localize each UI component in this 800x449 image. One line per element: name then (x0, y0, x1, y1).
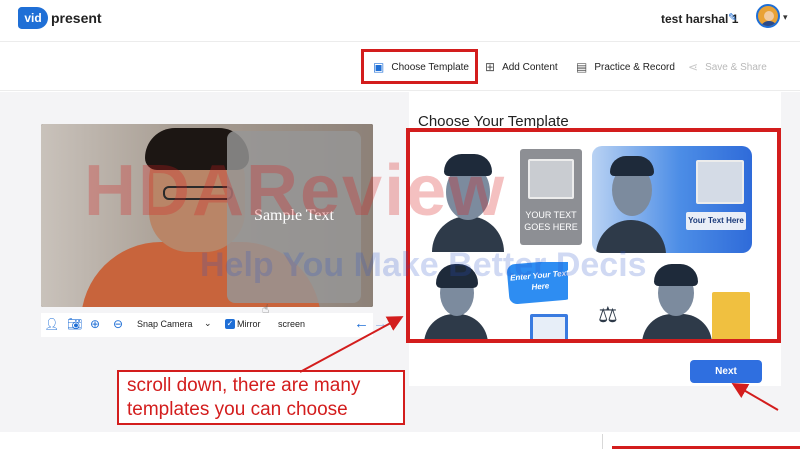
zoom-out-icon[interactable]: ⊖ (113, 317, 123, 331)
scales-of-justice-icon: ⚖ (598, 302, 618, 327)
chevron-down-icon[interactable]: ▾ (783, 12, 788, 23)
figure-body (424, 314, 488, 339)
template-card-3[interactable]: Your Text Here (592, 146, 752, 253)
user-name: test harshal 1 (661, 12, 739, 26)
pencil-icon[interactable]: ✎ (728, 11, 737, 24)
annotation-line-1: scroll down, there are many (127, 375, 361, 396)
template-card-2[interactable]: YOUR TEXT GOES HERE (520, 149, 582, 245)
image-placeholder (530, 314, 568, 339)
camera-icon[interactable]: 📷︎ (67, 317, 82, 331)
step-label: Add Content (502, 61, 558, 73)
share-icon: ⋖ (688, 60, 699, 74)
camera-toolbar: 👤︎ 📷︎ ⊕ ⊖ Snap Camera ⌄ ✓ Mirror screen … (41, 313, 388, 337)
person-icon[interactable]: 👤︎ (44, 317, 59, 331)
template-text: YOUR TEXT GOES HERE (524, 210, 578, 232)
next-button[interactable]: Next (690, 360, 762, 383)
step-label: Save & Share (705, 61, 767, 73)
step-add-content[interactable]: ⊞ Add Content (485, 60, 558, 74)
vidpresent-logo[interactable]: vid present (18, 5, 102, 31)
step-save-share[interactable]: ⋖ Save & Share (688, 60, 767, 74)
template-text: Your Text Here (686, 212, 746, 230)
arrow-right-icon[interactable]: → (373, 315, 388, 332)
mirror-label: Mirror (237, 319, 261, 329)
logo-mark: vid (18, 7, 48, 29)
camera-source-select[interactable]: Snap Camera (137, 319, 193, 329)
avatar-body (760, 21, 778, 26)
screen-button[interactable]: screen (278, 319, 305, 329)
watermark-text: HDAReview (84, 151, 507, 231)
image-placeholder (712, 292, 750, 339)
user-avatar[interactable] (756, 4, 780, 28)
zoom-in-icon[interactable]: ⊕ (90, 317, 100, 331)
avatar-face (764, 11, 774, 21)
step-practice-record[interactable]: ▤ Practice & Record (576, 60, 675, 74)
mirror-checkbox[interactable]: ✓ (225, 319, 235, 329)
highlight-box-step (361, 49, 478, 84)
figure-hair (610, 156, 654, 176)
image-placeholder (696, 160, 744, 204)
top-bar: vid present test harshal 1 ✎ ▾ (0, 0, 800, 42)
annotation-box: scroll down, there are many templates yo… (117, 370, 405, 425)
chevron-down-icon[interactable]: ⌄ (204, 318, 212, 329)
record-icon: ▤ (576, 60, 588, 74)
hand-cursor-icon: ☝ (262, 302, 270, 316)
add-content-icon: ⊞ (485, 60, 496, 74)
logo-word: present (51, 10, 102, 26)
bottom-divider (602, 434, 603, 449)
step-label: Practice & Record (594, 61, 675, 73)
arrow-left-icon[interactable]: ← (354, 315, 369, 332)
image-placeholder (528, 159, 574, 199)
annotation-line-2: templates you can choose (127, 399, 348, 420)
watermark-tagline: Help You Make Better Decis (200, 246, 647, 284)
figure-hair (654, 264, 698, 286)
figure-body (642, 314, 712, 339)
